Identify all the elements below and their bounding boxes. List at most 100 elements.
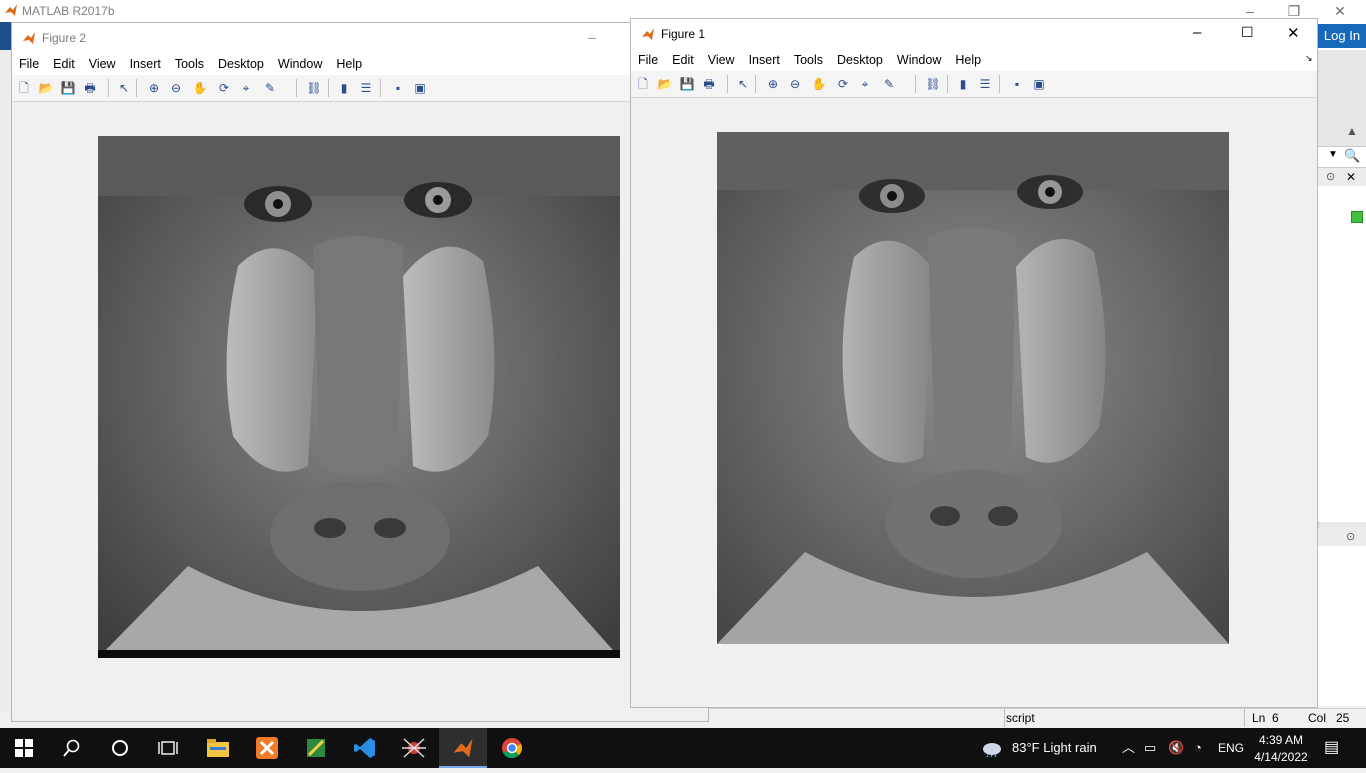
toolbar-separator — [915, 75, 916, 93]
figure-1-maximize-button[interactable]: ☐ — [1241, 24, 1254, 41]
menu-edit[interactable]: Edit — [665, 49, 701, 67]
volume-icon[interactable]: 🔇 — [1168, 728, 1184, 768]
show-plot-tools-icon[interactable]: ▣ — [412, 80, 428, 96]
colorbar-icon[interactable]: ▮ — [955, 76, 971, 92]
data-cursor-icon[interactable]: ⌖ — [857, 76, 873, 92]
figure-2-titlebar[interactable]: Figure 2 – — [12, 23, 708, 53]
pan-icon[interactable]: ✋ — [192, 80, 208, 96]
show-hidden-icons-icon[interactable]: ︿ — [1122, 728, 1135, 768]
rotate-icon[interactable]: ⟳ — [835, 76, 851, 92]
menu-insert[interactable]: Insert — [123, 53, 168, 71]
chrome-icon[interactable] — [488, 728, 536, 768]
menu-window[interactable]: Window — [271, 53, 329, 71]
legend-icon[interactable]: ☰ — [358, 80, 374, 96]
figure-1-close-button[interactable]: ✕ — [1287, 24, 1300, 42]
link-icon[interactable]: ⛓ — [925, 76, 941, 92]
menu-help[interactable]: Help — [329, 53, 369, 71]
dock-arrow-icon[interactable]: ↘ — [1305, 53, 1313, 64]
menu-desktop[interactable]: Desktop — [830, 49, 890, 67]
menu-window[interactable]: Window — [890, 49, 948, 67]
brush-icon[interactable]: ✎ — [262, 80, 278, 96]
save-icon[interactable]: 💾 — [60, 80, 76, 96]
figure-1-titlebar[interactable]: Figure 1 – ☐ ✕ — [631, 19, 1317, 49]
figure-2-window[interactable]: Figure 2 – File Edit View Insert Tools Deskto… — [11, 22, 709, 722]
task-view-icon[interactable] — [144, 728, 192, 768]
pan-icon[interactable]: ✋ — [811, 76, 827, 92]
network-icon[interactable]: ◔ — [1194, 728, 1202, 768]
zoom-out-icon[interactable]: ⊖ — [168, 80, 184, 96]
notifications-icon[interactable]: ▤ — [1324, 728, 1339, 768]
zoom-out-icon[interactable]: ⊖ — [787, 76, 803, 92]
pointer-icon[interactable]: ↖ — [735, 76, 751, 92]
xampp-icon[interactable] — [243, 728, 291, 768]
panel-header-2 — [1318, 528, 1366, 546]
new-figure-icon[interactable]: 🗋 — [635, 76, 651, 92]
start-button[interactable] — [0, 728, 48, 768]
clock-date[interactable]: 4/14/2022 — [1254, 748, 1308, 766]
link-icon[interactable]: ⛓ — [306, 80, 322, 96]
matlab-logo-icon — [5, 4, 17, 16]
panel-menu-icon-2[interactable]: ⊙ — [1346, 530, 1355, 543]
open-icon[interactable]: 📂 — [38, 80, 54, 96]
status-bar: script Ln 6 Col 25 — [708, 708, 1366, 727]
battery-icon[interactable]: ▭ — [1144, 728, 1156, 768]
menu-help[interactable]: Help — [948, 49, 988, 67]
new-figure-icon[interactable]: 🗋 — [16, 80, 32, 96]
status-col-value: 25 — [1336, 711, 1350, 725]
zoom-in-icon[interactable]: ⊕ — [146, 80, 162, 96]
open-icon[interactable]: 📂 — [657, 76, 673, 92]
toolbar-separator — [296, 79, 297, 97]
panel-close-icon[interactable]: ✕ — [1346, 170, 1356, 184]
figure-1-minimize-button[interactable]: – — [1193, 24, 1201, 41]
panel-menu-icon[interactable]: ⊙ — [1326, 170, 1335, 183]
status-ln-value: 6 — [1272, 711, 1279, 725]
hide-plot-tools-icon[interactable]: ▪ — [390, 80, 406, 96]
menu-tools[interactable]: Tools — [787, 49, 830, 67]
menu-insert[interactable]: Insert — [742, 49, 787, 67]
menu-edit[interactable]: Edit — [46, 53, 82, 71]
weather-text[interactable]: 83°F Light rain — [1012, 728, 1097, 768]
matlab-taskbar-icon[interactable] — [439, 728, 487, 768]
menu-view[interactable]: View — [701, 49, 742, 67]
app-icon[interactable] — [292, 728, 340, 768]
menu-file[interactable]: File — [12, 53, 46, 71]
spider-app-icon[interactable] — [390, 728, 438, 768]
data-cursor-icon[interactable]: ⌖ — [238, 80, 254, 96]
figure-2-image-axes[interactable] — [98, 136, 620, 658]
cortana-icon[interactable] — [96, 728, 144, 768]
figure-2-minimize-button[interactable]: – — [588, 29, 596, 45]
path-dropdown-icon[interactable]: ▼ — [1328, 149, 1338, 160]
language-indicator[interactable]: ENG — [1218, 728, 1244, 768]
menu-view[interactable]: View — [82, 53, 123, 71]
save-icon[interactable]: 💾 — [679, 76, 695, 92]
hide-plot-tools-icon[interactable]: ▪ — [1009, 76, 1025, 92]
mandrill-image-2 — [98, 136, 620, 658]
weather-icon[interactable] — [982, 728, 1002, 768]
rotate-icon[interactable]: ⟳ — [216, 80, 232, 96]
show-plot-tools-icon[interactable]: ▣ — [1031, 76, 1047, 92]
toolbar-separator — [136, 79, 137, 97]
toolbar-separator — [328, 79, 329, 97]
zoom-in-icon[interactable]: ⊕ — [765, 76, 781, 92]
pointer-icon[interactable]: ↖ — [116, 80, 132, 96]
search-icon[interactable] — [48, 728, 96, 768]
brush-icon[interactable]: ✎ — [881, 76, 897, 92]
legend-icon[interactable]: ☰ — [977, 76, 993, 92]
print-icon[interactable]: 🖶 — [701, 76, 717, 92]
colorbar-icon[interactable]: ▮ — [336, 80, 352, 96]
file-explorer-icon[interactable] — [194, 728, 242, 768]
figure-2-menubar: File Edit View Insert Tools Desktop Window Help — [12, 53, 708, 75]
login-button[interactable]: Log In — [1318, 24, 1366, 48]
menu-desktop[interactable]: Desktop — [211, 53, 271, 71]
print-icon[interactable]: 🖶 — [82, 80, 98, 96]
figure-1-window[interactable]: Figure 1 – ☐ ✕ File Edit View Insert Tools De… — [630, 18, 1318, 708]
clock-time[interactable]: 4:39 AM — [1254, 731, 1308, 749]
scroll-up-icon[interactable]: ▲ — [1346, 124, 1358, 138]
matlab-close-button[interactable]: ✕ — [1318, 0, 1362, 22]
figure-1-image-axes[interactable] — [717, 132, 1229, 644]
menu-tools[interactable]: Tools — [168, 53, 211, 71]
menu-file[interactable]: File — [631, 49, 665, 67]
vscode-icon[interactable] — [341, 728, 389, 768]
search-icon[interactable]: 🔍 — [1344, 148, 1360, 164]
windows-taskbar: 83°F Light rain ︿ ▭ 🔇 ◔ ENG 4:39 AM 4/14… — [0, 728, 1366, 768]
